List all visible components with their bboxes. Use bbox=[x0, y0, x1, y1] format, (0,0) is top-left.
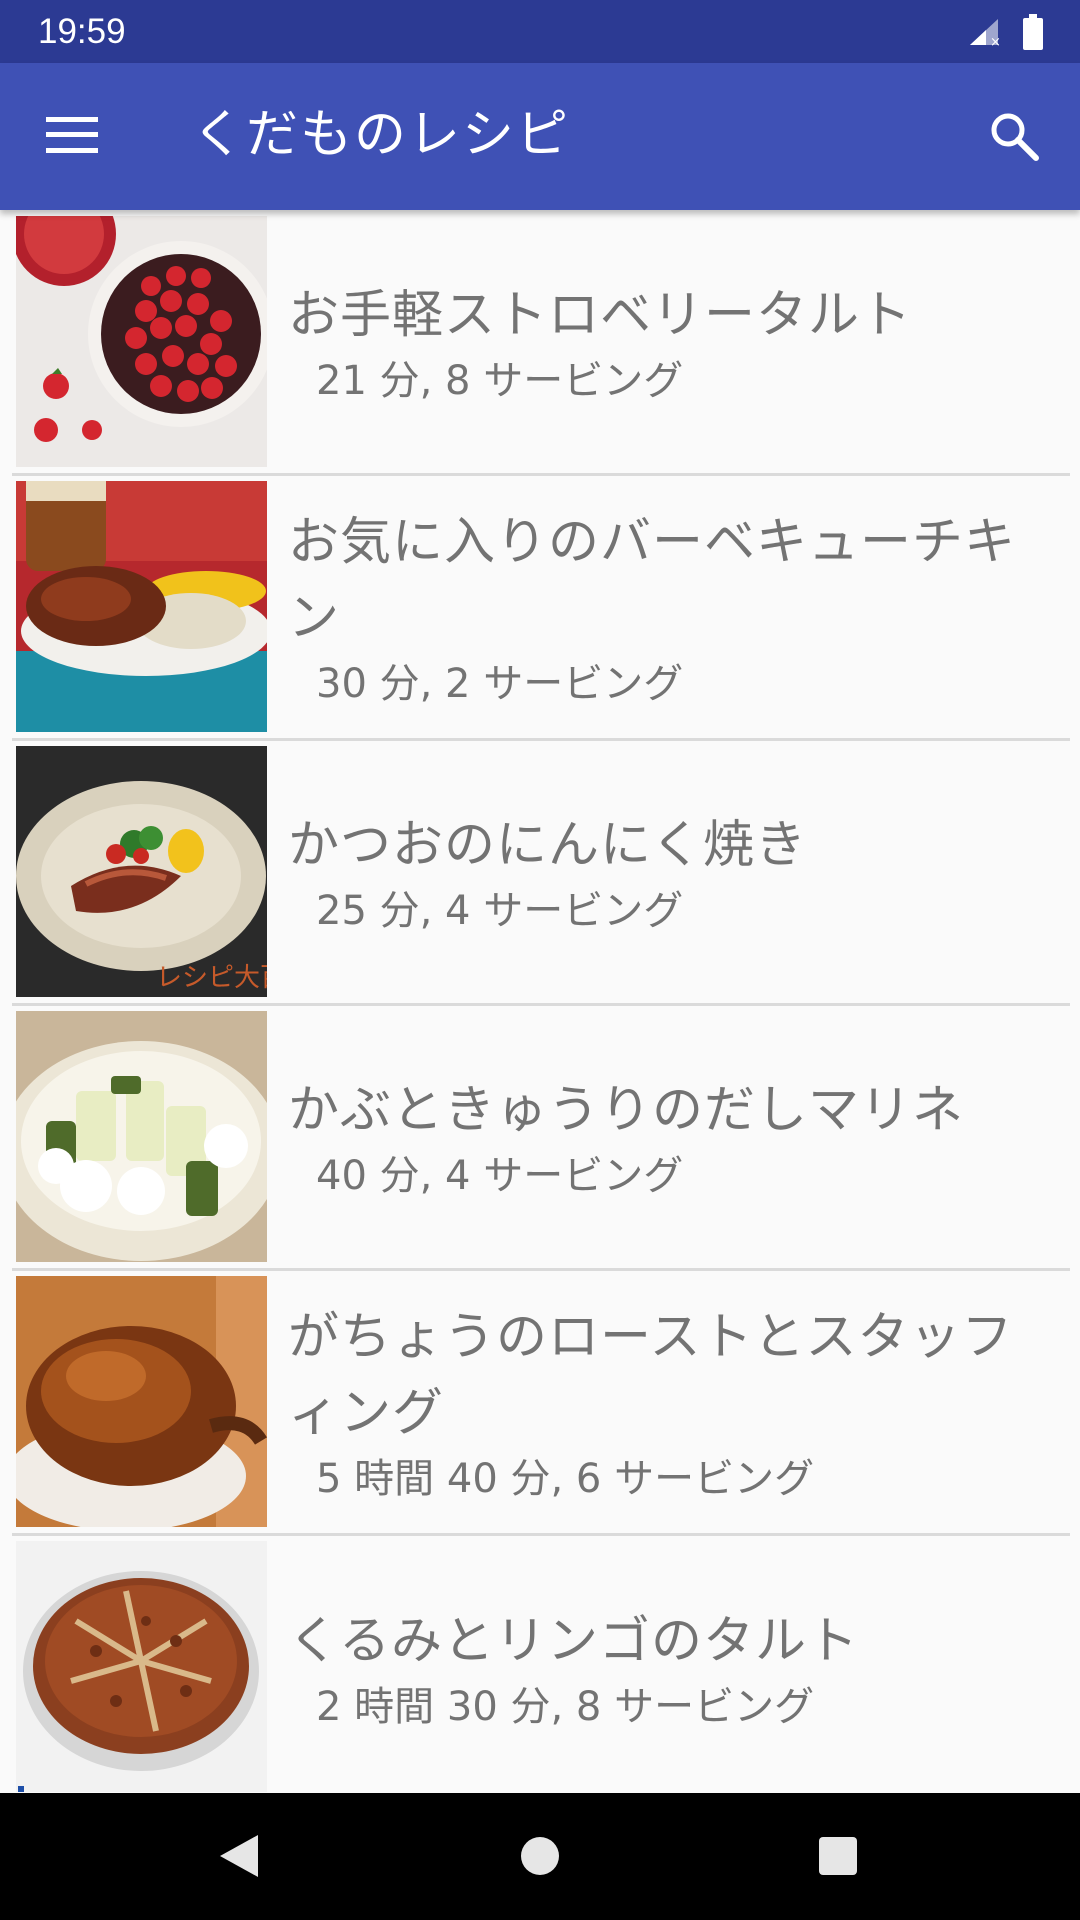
roast-goose-photo bbox=[16, 1276, 267, 1527]
recipe-item[interactable]: くるみとリンゴのタルト 2 時間 30 分, 8 サービング bbox=[12, 1537, 1070, 1793]
recipe-text: かつおのにんにく焼き 25 分, 4 サービング bbox=[288, 742, 1040, 1003]
bbq-chicken-photo bbox=[16, 481, 267, 732]
status-time: 19:59 bbox=[38, 11, 126, 51]
navigation-bar bbox=[0, 1793, 1080, 1920]
recipe-item[interactable]: お手軽ストロベリータルト 21 分, 8 サービング bbox=[12, 212, 1070, 476]
screen: 19:59 × くだものレシピ お手軽ストロベリータルト 21 分, 8 サービ… bbox=[0, 0, 1080, 1920]
app-title: くだものレシピ bbox=[192, 105, 571, 165]
recipe-title: お気に入りのバーベキューチキン bbox=[288, 512, 1017, 648]
recipe-item[interactable]: かぶときゅうりのだしマリネ 40 分, 4 サービング bbox=[12, 1007, 1070, 1271]
recipe-item[interactable]: お気に入りのバーベキューチキン 30 分, 2 サービング bbox=[12, 477, 1070, 741]
recipe-meta: 30 分, 2 サービング bbox=[316, 660, 684, 707]
recipe-text: がちょうのローストとスタッフィング 5 時間 40 分, 6 サービング bbox=[288, 1272, 1040, 1533]
recipe-title: かつおのにんにく焼き bbox=[288, 815, 807, 875]
recipe-text: お手軽ストロベリータルト 21 分, 8 サービング bbox=[288, 212, 1040, 473]
svg-text:×: × bbox=[990, 35, 1001, 47]
home-circle-icon[interactable] bbox=[519, 1833, 561, 1883]
recents-square-icon[interactable] bbox=[817, 1833, 859, 1883]
back-triangle-icon[interactable] bbox=[218, 1833, 260, 1883]
status-icons: × bbox=[968, 13, 1044, 50]
recipe-text: くるみとリンゴのタルト 2 時間 30 分, 8 サービング bbox=[288, 1537, 1040, 1793]
recipe-title: かぶときゅうりのだしマリネ bbox=[288, 1080, 965, 1140]
walnut-apple-tart-photo bbox=[16, 1541, 267, 1792]
recipe-text: お気に入りのバーベキューチキン 30 分, 2 サービング bbox=[288, 477, 1040, 738]
recipe-title: お手軽ストロベリータルト bbox=[288, 285, 913, 345]
recipe-meta: 21 分, 8 サービング bbox=[316, 357, 684, 404]
hamburger-menu-icon[interactable] bbox=[46, 115, 98, 155]
recipe-meta: 25 分, 4 サービング bbox=[316, 887, 684, 934]
signal-no-data-icon: × bbox=[970, 18, 1001, 47]
recipe-meta: 5 時間 40 分, 6 サービング bbox=[316, 1455, 815, 1502]
recipe-item[interactable]: がちょうのローストとスタッフィング 5 時間 40 分, 6 サービング bbox=[12, 1272, 1070, 1536]
recipe-meta: 2 時間 30 分, 8 サービング bbox=[316, 1684, 815, 1730]
recipe-text: かぶときゅうりのだしマリネ 40 分, 4 サービング bbox=[288, 1007, 1040, 1268]
grilled-bonito-photo: レシピ大百 bbox=[16, 746, 267, 997]
recipe-title: がちょうのローストとスタッフィング bbox=[288, 1307, 1014, 1443]
recipe-title: くるみとリンゴのタルト bbox=[288, 1612, 859, 1671]
search-icon[interactable] bbox=[988, 110, 1040, 162]
status-bar: 19:59 × bbox=[0, 0, 1080, 63]
recipe-list[interactable]: お手軽ストロベリータルト 21 分, 8 サービング お気に入りのバーベキューチ… bbox=[0, 210, 1080, 1793]
strawberry-tart-photo bbox=[16, 216, 267, 467]
recipe-meta: 40 分, 4 サービング bbox=[316, 1152, 684, 1199]
turnip-cucumber-marinade-photo bbox=[16, 1011, 267, 1262]
image-caption: レシピ大百 bbox=[156, 963, 267, 993]
battery-icon bbox=[1023, 13, 1043, 50]
app-bar: くだものレシピ bbox=[0, 63, 1080, 210]
recipe-item[interactable]: レシピ大百 かつおのにんにく焼き 25 分, 4 サービング bbox=[12, 742, 1070, 1006]
